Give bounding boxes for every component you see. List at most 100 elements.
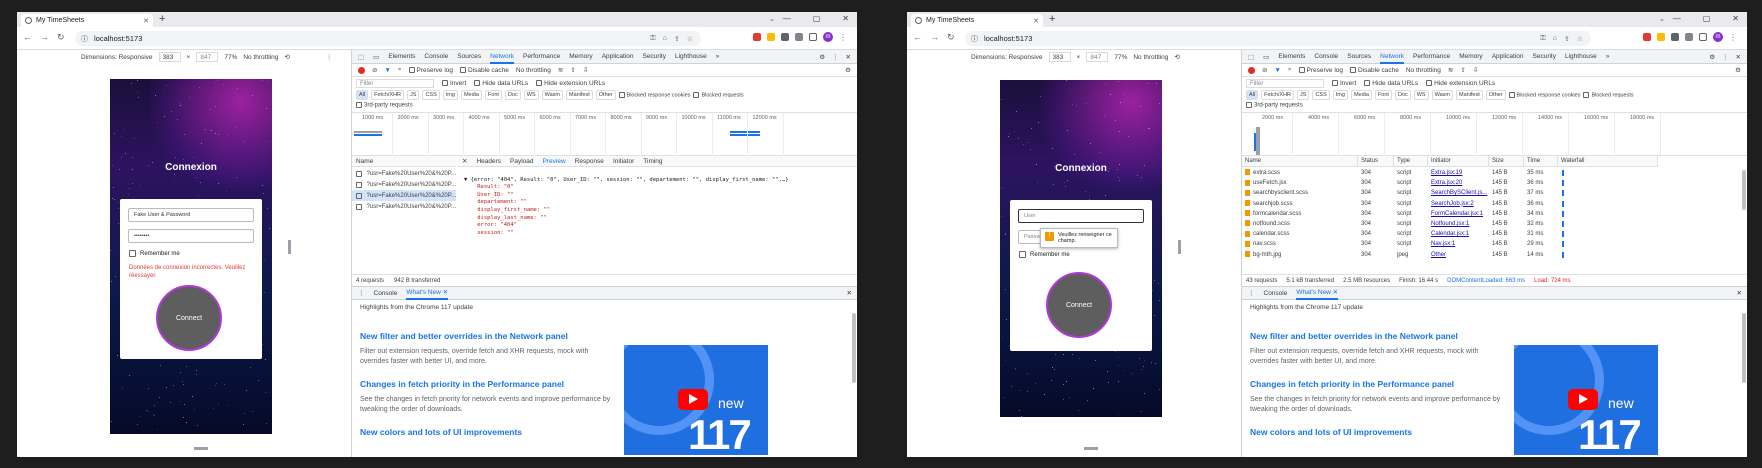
inspect-icon[interactable]: ⬚ xyxy=(358,53,364,61)
table-row[interactable]: formcalendar.scss 304 script FormCalendar.j… xyxy=(1242,209,1747,219)
type-font[interactable]: Font xyxy=(484,90,502,100)
blocked-requests-checkbox[interactable]: Blocked requests xyxy=(1583,91,1634,98)
import-icon[interactable]: ⇧ xyxy=(1460,66,1465,74)
puzzle-icon[interactable] xyxy=(795,33,803,41)
youtube-play-icon[interactable] xyxy=(1568,389,1598,410)
search-icon[interactable]: ⌕ xyxy=(398,66,402,74)
reload-icon[interactable]: ↻ xyxy=(947,32,955,43)
drawer-menu-icon[interactable]: ⋮ xyxy=(1248,289,1255,297)
type-other[interactable]: Other xyxy=(1485,90,1506,100)
minimize-icon[interactable]: — xyxy=(1673,14,1681,23)
hide-data-urls-checkbox[interactable]: Hide data URLs xyxy=(474,80,528,87)
connect-button[interactable]: Connect xyxy=(1046,272,1112,338)
tab-headers[interactable]: Headers xyxy=(476,158,501,165)
tab-memory[interactable]: Memory xyxy=(569,53,592,60)
hide-ext-urls-checkbox[interactable]: Hide extension URLs xyxy=(1426,80,1495,87)
table-row[interactable]: bg-mth.jpg 304 jpeg Other 145 B 14 ms xyxy=(1242,250,1747,260)
throttle-dropdown[interactable]: No throttling xyxy=(516,67,551,74)
omnibox[interactable]: ⓘ localhost:5173 ⚿ ⌂ ⇪ ☆ xyxy=(965,31,1591,46)
import-icon[interactable]: ⇧ xyxy=(570,66,575,74)
whats-new-link[interactable]: Changes in fetch priority in the Perform… xyxy=(1250,379,1506,389)
youtube-play-icon[interactable] xyxy=(678,389,708,410)
column-header-initiator[interactable]: Initiator xyxy=(1428,156,1489,167)
third-party-checkbox[interactable]: 3rd-party requests xyxy=(356,102,413,109)
drawer-menu-icon[interactable]: ⋮ xyxy=(358,289,365,297)
table-row[interactable]: notfound.scss 304 script Notfound.jsx:1 145 … xyxy=(1242,219,1747,229)
rotate-icon[interactable]: ⟲ xyxy=(1174,53,1179,61)
type-other[interactable]: Other xyxy=(595,90,616,100)
type-ws[interactable]: WS xyxy=(523,90,539,100)
height-input[interactable]: 847 xyxy=(196,52,219,62)
tab-security[interactable]: Security xyxy=(1533,53,1556,60)
tab-elements[interactable]: Elements xyxy=(388,53,415,60)
hide-data-urls-checkbox[interactable]: Hide data URLs xyxy=(1364,80,1418,87)
puzzle-icon[interactable] xyxy=(1685,33,1693,41)
type-media[interactable]: Media xyxy=(1350,90,1372,100)
sidepanel-icon[interactable] xyxy=(809,33,817,41)
resize-handle-right[interactable] xyxy=(1178,240,1181,254)
type-js[interactable]: JS xyxy=(407,90,420,100)
password-input[interactable]: •••••••• xyxy=(128,229,254,243)
resize-handle-right[interactable] xyxy=(288,240,291,254)
back-icon[interactable]: ← xyxy=(913,32,922,43)
back-icon[interactable]: ← xyxy=(23,32,32,43)
remember-checkbox[interactable] xyxy=(1019,251,1026,258)
table-scrollbar[interactable] xyxy=(1742,170,1746,210)
type-all[interactable]: All xyxy=(356,90,369,100)
type-js[interactable]: JS xyxy=(1297,90,1310,100)
tab-memory[interactable]: Memory xyxy=(1459,53,1482,60)
settings-gear-icon[interactable]: ⚙ xyxy=(819,53,825,61)
table-row[interactable]: extra.scss 304 script Extra.jsx:19 145 B 35 m… xyxy=(1242,168,1747,178)
username-input[interactable]: User xyxy=(1018,209,1144,223)
new-tab-icon[interactable]: + xyxy=(159,14,165,25)
table-row[interactable]: nav.scss 304 script Nav.jsx:1 145 B 29 ms xyxy=(1242,239,1747,249)
omnibox[interactable]: ⓘ localhost:5173 ⚿ ⌂ ⇪ ☆ xyxy=(75,31,701,46)
cell-initiator[interactable]: Extra.jsx:20 xyxy=(1428,178,1489,188)
close-window-icon[interactable]: ✕ xyxy=(1732,14,1739,23)
minimize-icon[interactable]: — xyxy=(783,14,791,23)
whats-new-link[interactable]: New filter and better overrides in the N… xyxy=(360,331,616,341)
filter-input[interactable]: Filter xyxy=(1246,78,1324,88)
invert-checkbox[interactable]: Invert xyxy=(1332,80,1356,87)
dimensions-select[interactable]: Dimensions: Responsive xyxy=(971,54,1043,61)
type-doc[interactable]: Doc xyxy=(504,90,521,100)
wifi-icon[interactable]: ≋ xyxy=(1448,66,1453,74)
blocked-cookies-checkbox[interactable]: Blocked response cookies xyxy=(618,91,690,98)
type-manifest[interactable]: Manifest xyxy=(565,90,593,100)
type-wasm[interactable]: Wasm xyxy=(541,90,563,100)
bookmark-star-icon[interactable]: ☆ xyxy=(687,35,693,43)
extension-icon[interactable] xyxy=(781,33,789,41)
close-drawer-icon[interactable]: ✕ xyxy=(1737,289,1747,297)
type-fetch[interactable]: Fetch/XHR xyxy=(371,90,405,100)
record-icon[interactable] xyxy=(358,66,365,74)
request-row[interactable]: ?usr=Fake%20User%20&%20P... xyxy=(352,201,456,212)
extension-icon[interactable] xyxy=(1643,33,1651,41)
forward-icon[interactable]: → xyxy=(930,32,939,43)
preserve-log-checkbox[interactable]: Preserve log xyxy=(1298,67,1343,74)
rotate-icon[interactable]: ⟲ xyxy=(284,53,289,61)
zoom-select[interactable]: 77% xyxy=(224,54,237,61)
tab-initiator[interactable]: Initiator xyxy=(613,158,634,165)
cell-initiator[interactable]: Extra.jsx:19 xyxy=(1428,168,1489,178)
preview-line[interactable]: ▼ {error: "404", Result: "0", User_ID: "… xyxy=(464,177,789,185)
cell-initiator[interactable]: SearchJob.jsx:2 xyxy=(1428,199,1489,209)
network-settings-icon[interactable]: ⚙ xyxy=(1735,66,1747,74)
tab-sources[interactable]: Sources xyxy=(1347,53,1371,60)
tab-elements[interactable]: Elements xyxy=(1278,53,1305,60)
whats-new-link[interactable]: New colors and lots of UI improvements xyxy=(360,427,616,437)
remember-me-row[interactable]: Remember me xyxy=(129,250,180,257)
third-party-checkbox[interactable]: 3rd-party requests xyxy=(1246,102,1303,109)
resize-handle-bottom[interactable] xyxy=(194,447,208,450)
wifi-icon[interactable]: ≋ xyxy=(558,66,563,74)
tab-network[interactable]: Network xyxy=(1380,50,1404,64)
cell-initiator[interactable]: Calendar.jsx:1 xyxy=(1428,229,1489,239)
profile-avatar[interactable]: m xyxy=(823,32,833,42)
filter-icon[interactable]: ▼ xyxy=(384,67,390,74)
devbar-more-icon[interactable]: ⋮ xyxy=(326,53,333,61)
tab-timing[interactable]: Timing xyxy=(643,158,662,165)
cell-initiator[interactable]: Other xyxy=(1428,250,1489,260)
translate-icon[interactable]: ⌂ xyxy=(1553,35,1557,43)
disable-cache-checkbox[interactable]: Disable cache xyxy=(460,67,509,74)
tab-console[interactable]: Console xyxy=(1314,53,1338,60)
search-icon[interactable]: ⌕ xyxy=(1288,66,1292,74)
